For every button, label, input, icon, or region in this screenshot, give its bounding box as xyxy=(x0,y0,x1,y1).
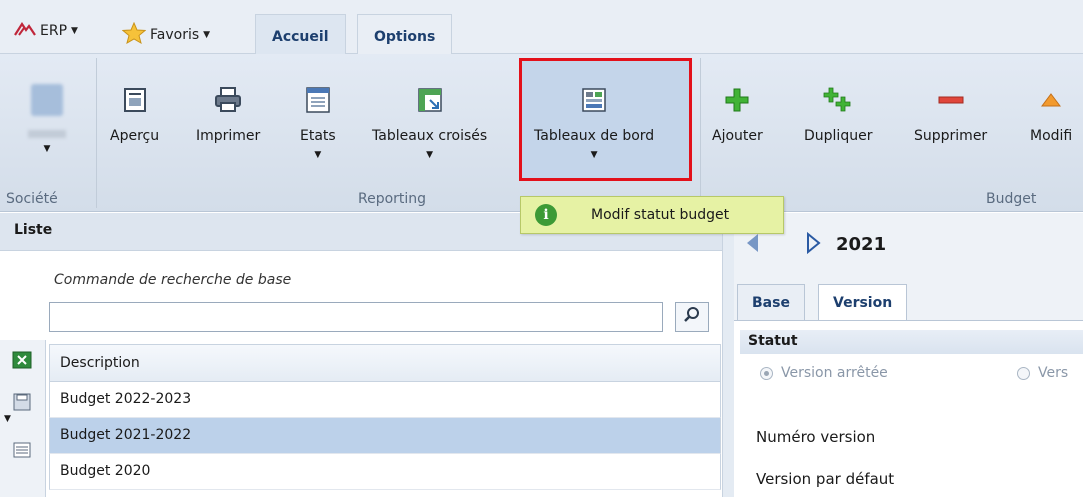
star-icon xyxy=(121,21,147,48)
pivot-table-icon xyxy=(414,84,446,116)
search-input[interactable] xyxy=(49,302,663,332)
list-view-icon[interactable] xyxy=(12,440,32,460)
etats-button[interactable]: Etats ▼ xyxy=(300,84,336,160)
chevron-down-icon: ▼ xyxy=(426,150,434,160)
save-icon[interactable] xyxy=(12,392,32,412)
group-label-reporting: Reporting xyxy=(358,191,427,207)
row-description: Budget 2021-2022 xyxy=(60,427,192,443)
apercu-label: Aperçu xyxy=(110,128,160,144)
group-label-budget: Budget xyxy=(986,191,1037,207)
side-toolbar: ▼ xyxy=(0,340,46,497)
next-arrow-icon[interactable] xyxy=(804,231,822,258)
societe-button[interactable]: ▼ xyxy=(28,84,66,154)
budget-grid: Description Budget 2022-2023 Budget 2021… xyxy=(49,344,721,490)
report-icon xyxy=(302,84,334,116)
record-year: 2021 xyxy=(836,234,887,255)
etats-label: Etats xyxy=(300,128,336,144)
preview-icon xyxy=(119,84,151,116)
radio-version-arretee[interactable]: Version arrêtée xyxy=(760,365,888,381)
panel-splitter[interactable] xyxy=(722,213,734,497)
dupliquer-label: Dupliquer xyxy=(804,128,873,144)
tab-options-label: Options xyxy=(374,29,436,45)
table-row[interactable]: Budget 2022-2023 xyxy=(49,382,721,418)
tableaux-croises-button[interactable]: Tableaux croisés ▼ xyxy=(372,84,487,160)
column-header-label: Description xyxy=(60,355,140,371)
favoris-menu-label: Favoris xyxy=(150,27,200,43)
company-icon xyxy=(31,84,63,116)
tab-base-label: Base xyxy=(752,295,790,311)
group-label-societe: Société xyxy=(6,191,58,207)
company-label-blurred xyxy=(28,130,66,138)
statut-section-header: Statut xyxy=(740,330,1083,354)
tab-accueil-label: Accueil xyxy=(272,29,329,45)
record-navigation xyxy=(744,231,822,258)
favoris-menu[interactable]: Favoris ▼ xyxy=(121,21,211,48)
radio-version-other[interactable]: Vers xyxy=(1017,365,1068,381)
numero-version-label: Numéro version xyxy=(756,428,876,446)
supprimer-button[interactable]: Supprimer xyxy=(914,84,987,144)
chevron-down-icon[interactable]: ▼ xyxy=(4,414,11,424)
tooltip-text: Modif statut budget xyxy=(591,207,730,223)
erp-logo-icon xyxy=(14,21,36,40)
title-bar: ERP ▼ Favoris ▼ Accueil Options xyxy=(0,0,1083,55)
list-title: Liste xyxy=(14,222,53,238)
chevron-down-icon: ▼ xyxy=(43,144,51,154)
info-icon: i xyxy=(535,204,557,226)
imprimer-button[interactable]: Imprimer xyxy=(196,84,260,144)
tab-base[interactable]: Base xyxy=(737,284,805,320)
apercu-button[interactable]: Aperçu xyxy=(110,84,159,144)
tableaux-de-bord-label: Tableaux de bord xyxy=(534,128,655,144)
row-description: Budget 2020 xyxy=(60,463,151,479)
version-par-defaut-label: Version par défaut xyxy=(756,470,895,488)
group-separator xyxy=(96,58,97,208)
tableaux-croises-label: Tableaux croisés xyxy=(372,128,488,144)
table-row[interactable]: Budget 2020 xyxy=(49,454,721,490)
tableaux-de-bord-button[interactable]: Tableaux de bord ▼ xyxy=(534,84,654,160)
ajouter-button[interactable]: Ajouter xyxy=(712,84,763,144)
minus-icon xyxy=(935,84,967,116)
ajouter-label: Ajouter xyxy=(712,128,763,144)
tab-options[interactable]: Options xyxy=(357,14,453,54)
triangle-up-icon xyxy=(1030,84,1062,116)
table-row-selected[interactable]: Budget 2021-2022 xyxy=(49,418,721,454)
modifier-label: Modifi xyxy=(1030,128,1073,144)
tab-accueil[interactable]: Accueil xyxy=(255,14,346,55)
tab-version-label: Version xyxy=(833,295,893,311)
supprimer-label: Supprimer xyxy=(914,128,988,144)
tab-version[interactable]: Version xyxy=(818,284,908,321)
radio-dot xyxy=(760,366,773,380)
radio-dot xyxy=(1017,366,1030,380)
row-description: Budget 2022-2023 xyxy=(60,391,192,407)
chevron-down-icon: ▼ xyxy=(203,30,211,40)
radio-label: Vers xyxy=(1038,365,1069,381)
radio-label: Version arrêtée xyxy=(781,365,888,381)
group-separator xyxy=(700,58,701,208)
chevron-down-icon: ▼ xyxy=(314,150,322,160)
erp-menu[interactable]: ERP ▼ xyxy=(14,21,78,40)
search-icon xyxy=(683,306,701,328)
printer-icon xyxy=(212,84,244,116)
erp-menu-label: ERP xyxy=(40,23,68,39)
search-caption: Commande de recherche de base xyxy=(54,272,292,288)
column-header-description[interactable]: Description xyxy=(49,344,721,382)
previous-arrow-icon[interactable] xyxy=(744,232,762,258)
excel-export-icon[interactable] xyxy=(12,350,32,370)
dupliquer-button[interactable]: Dupliquer xyxy=(804,84,872,144)
chevron-down-icon: ▼ xyxy=(590,150,598,160)
statut-title: Statut xyxy=(748,333,798,349)
search-button[interactable] xyxy=(675,302,709,332)
tooltip: i Modif statut budget xyxy=(520,196,784,234)
imprimer-label: Imprimer xyxy=(196,128,261,144)
chevron-down-icon: ▼ xyxy=(71,26,78,36)
plus-icon xyxy=(721,84,753,116)
dashboard-icon xyxy=(578,84,610,116)
duplicate-icon xyxy=(822,84,854,116)
modifier-button[interactable]: Modifi xyxy=(1030,84,1072,144)
